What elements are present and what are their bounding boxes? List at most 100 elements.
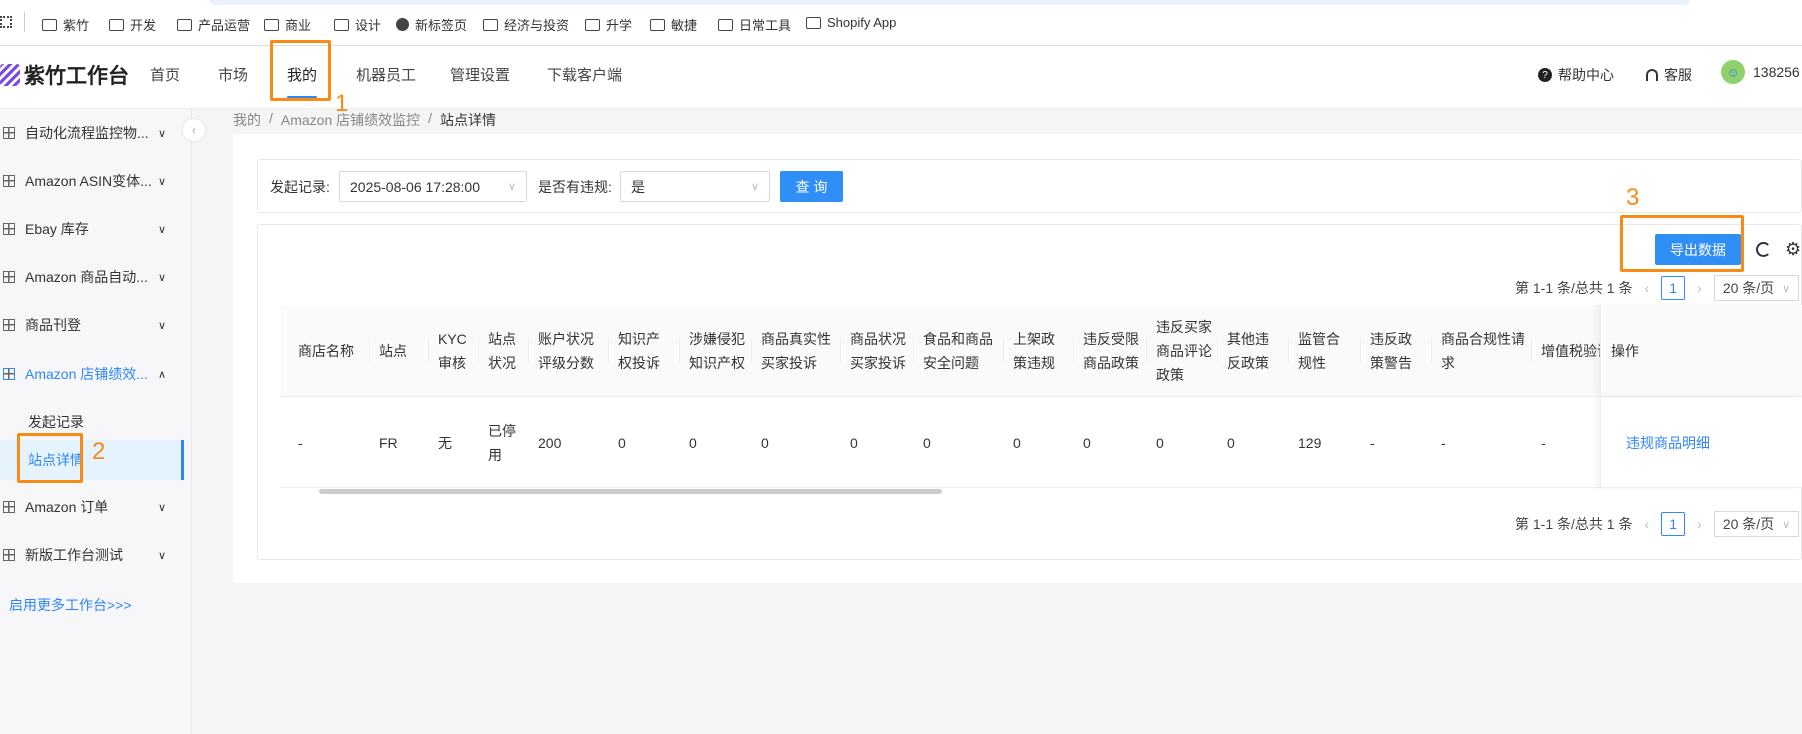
bookmark-item[interactable]: 紫竹: [42, 15, 89, 34]
help-icon: ?: [1538, 68, 1552, 82]
folder-icon: [264, 18, 279, 31]
sidebar-item-orders[interactable]: Amazon 订单 ∨: [0, 487, 184, 527]
sidebar-item-automation[interactable]: 自动化流程监控物... ∨: [0, 113, 184, 153]
table-cell: 0: [1083, 435, 1091, 451]
bookmark-item[interactable]: 新标签页: [396, 15, 467, 34]
column-header: 违反买家 商品评论 政策: [1156, 319, 1212, 383]
folder-icon: [42, 18, 57, 31]
grid-icon: [3, 223, 15, 235]
grid-icon: [3, 368, 15, 380]
table-cell: -: [1541, 435, 1546, 451]
folder-icon: [806, 16, 821, 29]
breadcrumb-mine[interactable]: 我的: [233, 110, 261, 130]
help-center[interactable]: ? 帮助中心: [1538, 65, 1614, 85]
sidebar-item-ebay[interactable]: Ebay 库存 ∨: [0, 209, 184, 249]
logo-icon: [0, 64, 20, 86]
violation-select[interactable]: 是 ∨: [620, 171, 770, 202]
column-divider: [913, 340, 914, 362]
folder-icon: [177, 18, 192, 31]
table-row: - FR 无 已停用 200 0 0 0 0 0 0 0 0 0 129 - - -: [281, 397, 1802, 488]
nav-robots[interactable]: 机器员工: [356, 64, 416, 85]
chevron-down-icon: ∨: [157, 501, 166, 514]
nav-download[interactable]: 下载客户端: [547, 64, 622, 85]
breadcrumb-store-performance[interactable]: Amazon 店铺绩效监控: [281, 110, 420, 130]
bookmark-item[interactable]: 设计: [334, 15, 381, 34]
bookmark-item[interactable]: 敏捷: [650, 15, 697, 34]
bookmark-item[interactable]: Shopify App: [806, 15, 896, 30]
folder-icon: [483, 18, 498, 31]
table-cell: 0: [1156, 435, 1164, 451]
column-header: 商品真实性 买家投诉: [761, 331, 831, 371]
chevron-down-icon: ∨: [157, 549, 166, 562]
breadcrumb-current: 站点详情: [440, 112, 497, 128]
record-select[interactable]: 2025-08-06 17:28:00 ∨: [339, 171, 527, 202]
record-label: 发起记录:: [270, 179, 330, 195]
nav-home[interactable]: 首页: [150, 64, 180, 85]
bookmark-item[interactable]: 开发: [109, 15, 156, 34]
bookmark-item[interactable]: 日常工具: [718, 15, 791, 34]
customer-service[interactable]: 客服: [1646, 65, 1692, 85]
enable-more-link[interactable]: 启用更多工作台>>>: [9, 595, 132, 615]
grid-icon: [3, 501, 15, 513]
table-header: 商店名称 站点 KYC 审核 站点 状况 账户状况 评级分数 知识产 权投诉 涉嫌侵犯 知识产权 商品真…: [281, 305, 1802, 397]
grid-icon: [3, 127, 15, 139]
horizontal-scrollbar[interactable]: [319, 489, 942, 494]
column-divider: [1431, 340, 1432, 362]
prev-page-icon[interactable]: ‹: [1644, 516, 1649, 532]
annotation-box-2: [17, 433, 83, 483]
column-header: 违反政 策警告: [1370, 331, 1412, 371]
column-divider: [1360, 340, 1361, 362]
table-cell: 0: [923, 435, 931, 451]
user-menu[interactable]: ☺ 138256: [1721, 60, 1800, 84]
table-cell: 0: [761, 435, 769, 451]
bookmark-item[interactable]: 商业: [264, 15, 311, 34]
sidebar-item-new-workbench[interactable]: 新版工作台测试 ∨: [0, 535, 184, 575]
bookmark-item[interactable]: 升学: [585, 15, 632, 34]
chevron-down-icon: ∨: [1782, 282, 1791, 295]
filter-bar: 发起记录: 2025-08-06 17:28:00 ∨ 是否有违规: 是 ∨ 查 询: [257, 159, 1802, 213]
bookmarks-bar: 紫竹 开发 产品运营 商业 设计 新标签页 经济与投资 升学 敏捷 日常工具 Shopify App: [0, 0, 1802, 46]
table-cell: 无: [438, 435, 452, 451]
prev-page-icon[interactable]: ‹: [1644, 280, 1649, 296]
chevron-down-icon: ∨: [157, 175, 166, 188]
refresh-icon[interactable]: [1756, 242, 1771, 257]
page-1[interactable]: 1: [1661, 276, 1686, 300]
column-divider: [1288, 340, 1289, 362]
chevron-down-icon: ∨: [1782, 518, 1791, 531]
column-header: KYC 审核: [438, 331, 467, 371]
annotation-label-3: 3: [1626, 184, 1640, 211]
settings-icon[interactable]: ⚙: [1785, 239, 1801, 260]
table-cell: 0: [850, 435, 858, 451]
page-size-select[interactable]: 20 条/页 ∨: [1713, 275, 1800, 301]
table-cell: 200: [538, 435, 562, 451]
chevron-down-icon: ∨: [157, 271, 166, 284]
sidebar-item-store-performance[interactable]: Amazon 店铺绩效... ∧: [0, 354, 184, 394]
globe-icon: [396, 18, 409, 31]
sidebar-item-asin[interactable]: Amazon ASIN变体... ∨: [0, 161, 184, 201]
next-page-icon[interactable]: ›: [1697, 280, 1702, 296]
table-cell: 129: [1298, 435, 1322, 451]
violation-details-link[interactable]: 违规商品明细: [1626, 431, 1710, 455]
next-page-icon[interactable]: ›: [1697, 516, 1702, 532]
column-header: 商店名称: [298, 343, 354, 359]
nav-admin[interactable]: 管理设置: [450, 64, 510, 85]
sidebar-item-amazon-auto[interactable]: Amazon 商品自动... ∨: [0, 257, 184, 297]
bookmark-item[interactable]: 经济与投资: [483, 15, 569, 34]
page-size-select[interactable]: 20 条/页 ∨: [1713, 511, 1800, 537]
folder-icon: [718, 18, 733, 31]
query-button[interactable]: 查 询: [780, 171, 843, 202]
nav-market[interactable]: 市场: [218, 64, 248, 85]
column-header: 商品合规性请求: [1441, 331, 1525, 371]
folder-icon: [334, 18, 349, 31]
annotation-box-3: [1620, 215, 1744, 272]
sidebar-item-listing[interactable]: 商品刊登 ∨: [0, 305, 184, 345]
apps-icon[interactable]: [0, 16, 12, 28]
chevron-down-icon: ∨: [750, 181, 759, 193]
address-bar-edge: [210, 0, 1690, 5]
logo[interactable]: 紫竹工作台: [0, 60, 129, 90]
column-divider: [1003, 340, 1004, 362]
collapse-sidebar-button[interactable]: ‹: [183, 119, 205, 141]
bookmark-item[interactable]: 产品运营: [177, 15, 250, 34]
column-header: 上架政 策违规: [1013, 331, 1055, 371]
page-1[interactable]: 1: [1661, 512, 1686, 536]
